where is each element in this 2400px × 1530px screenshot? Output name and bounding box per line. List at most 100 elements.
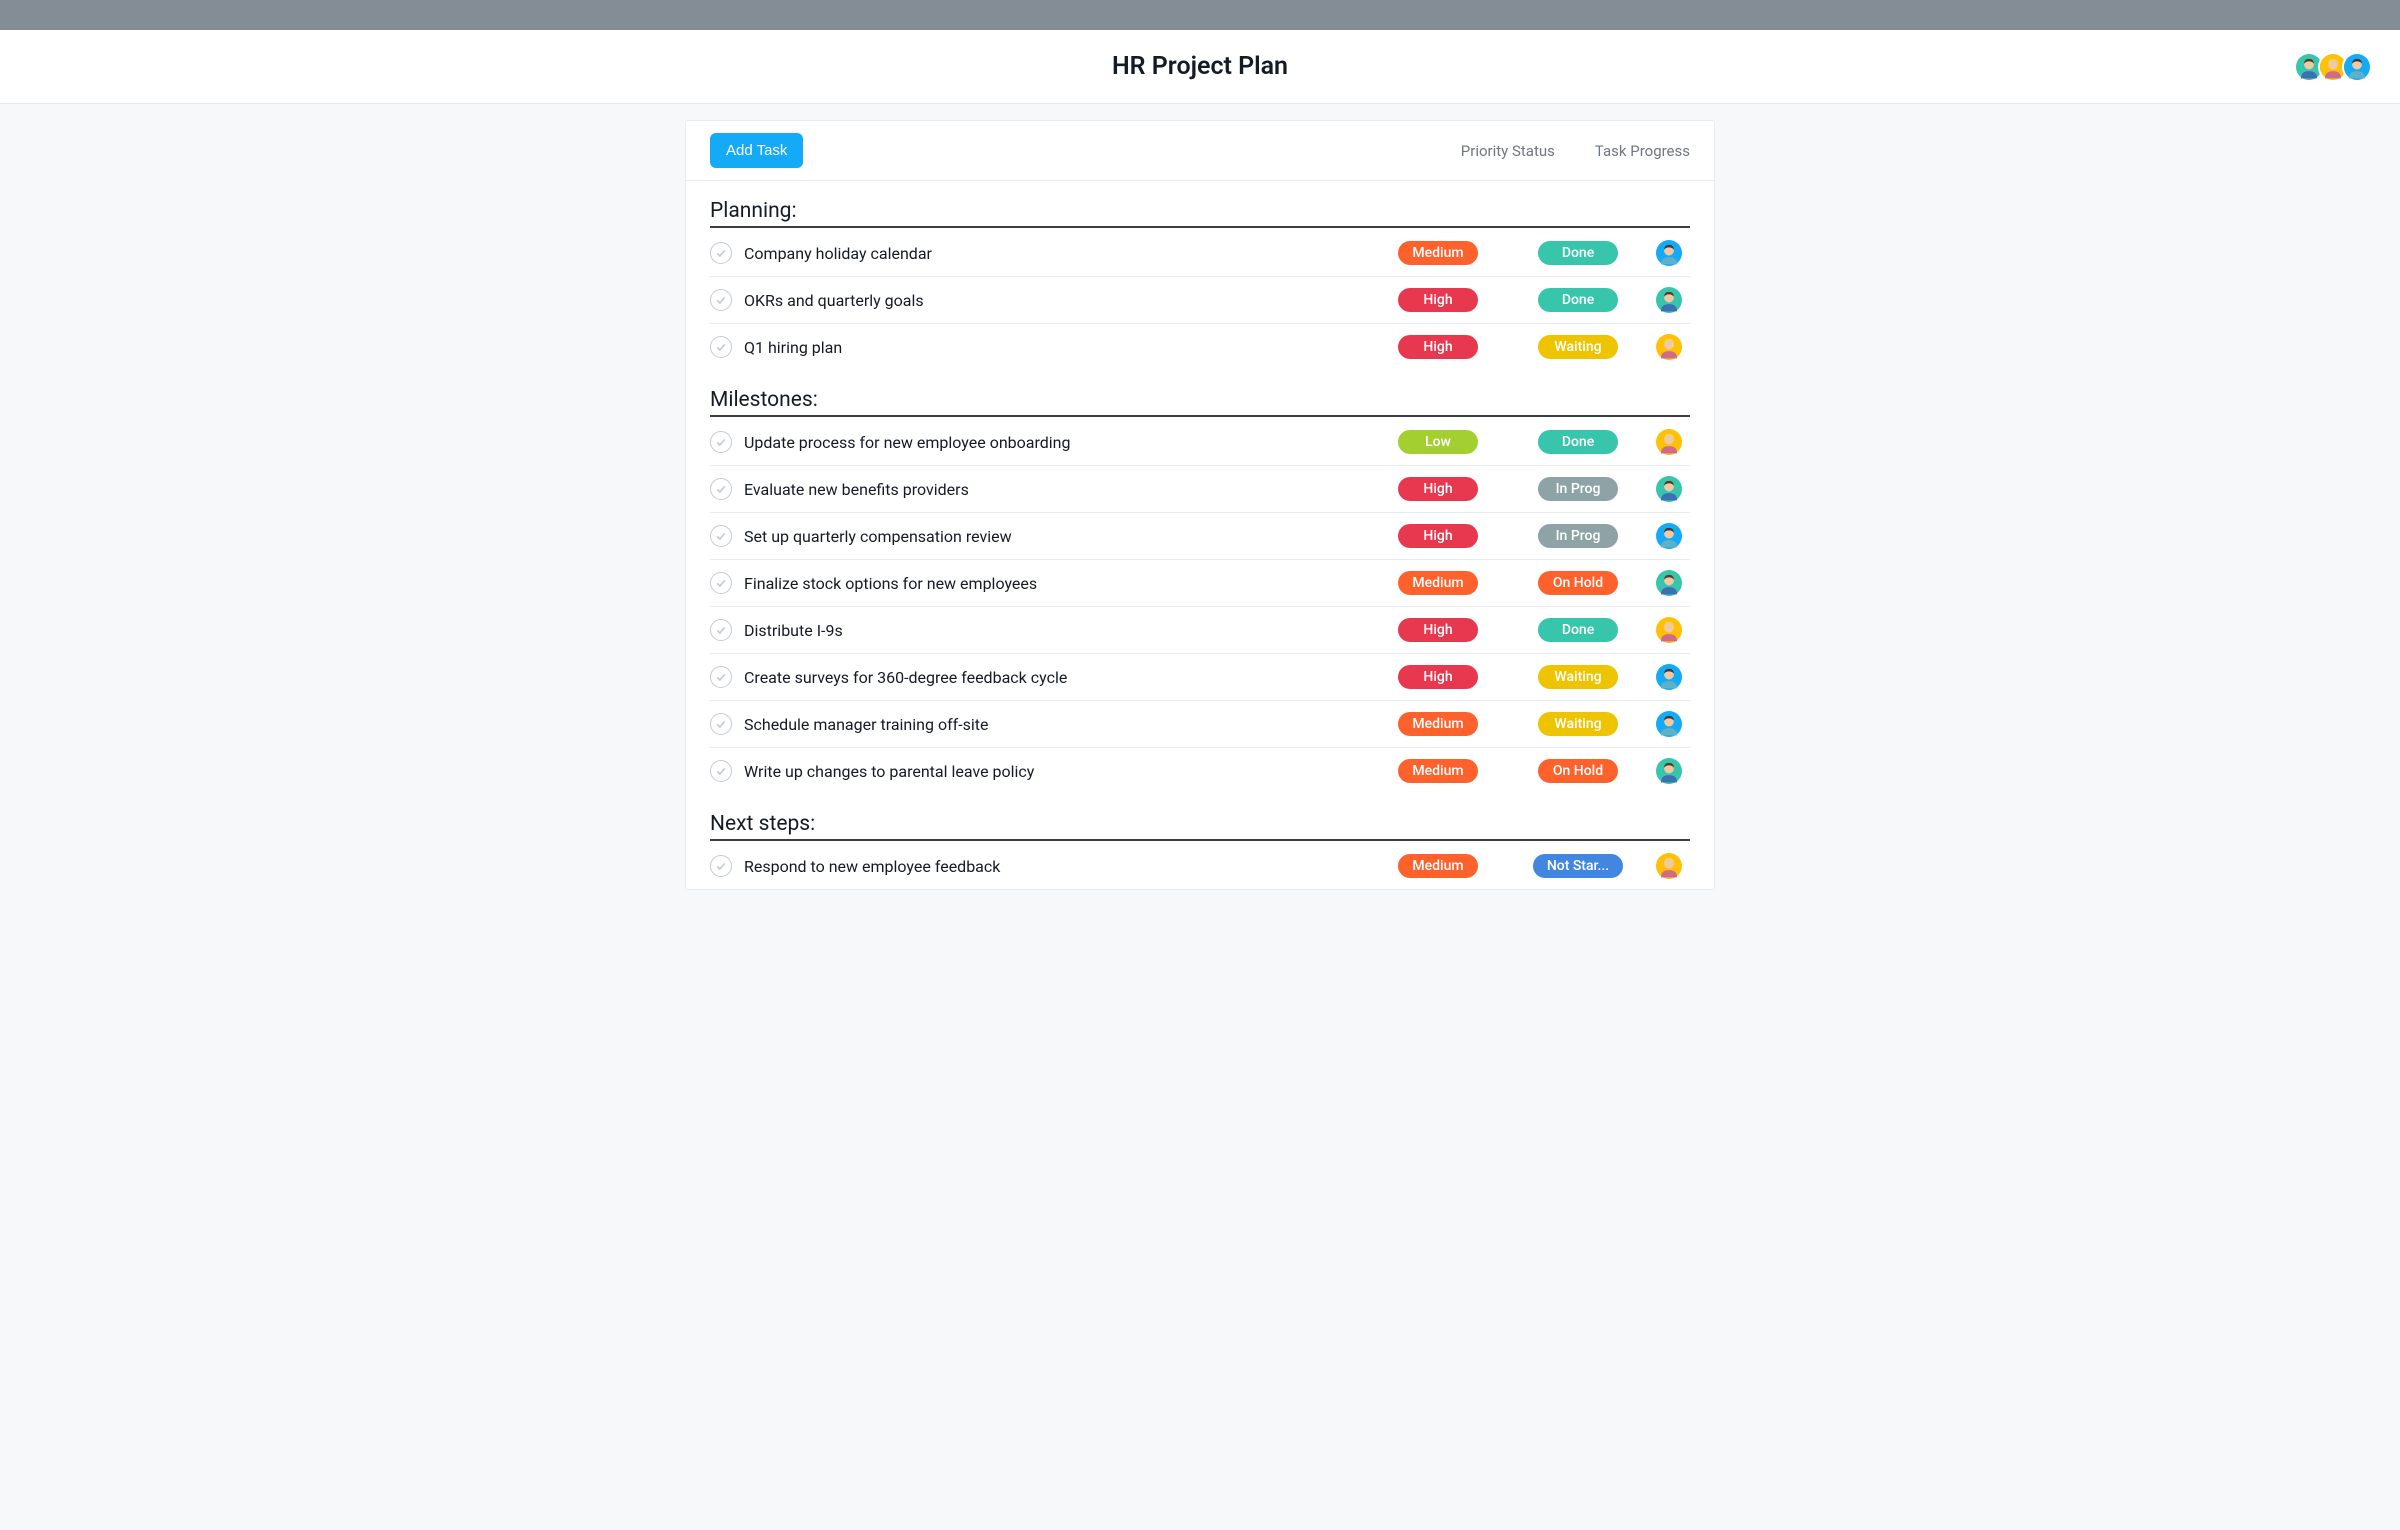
assignee-avatar[interactable] — [1656, 758, 1682, 784]
assignee-avatar[interactable] — [1656, 570, 1682, 596]
assignee-avatar[interactable] — [1656, 476, 1682, 502]
task-row[interactable]: Update process for new employee onboardi… — [710, 419, 1690, 466]
progress-pill[interactable]: On Hold — [1538, 571, 1618, 595]
task-row[interactable]: Evaluate new benefits providers High In Pr… — [710, 466, 1690, 513]
progress-cell: Waiting — [1508, 335, 1648, 359]
add-task-button[interactable]: Add Task — [710, 133, 803, 168]
task-row[interactable]: Schedule manager training off-site Medium… — [710, 701, 1690, 748]
assignee-cell — [1648, 664, 1690, 690]
assignee-avatar[interactable] — [1656, 287, 1682, 313]
page-header: HR Project Plan — [0, 30, 2400, 104]
priority-cell: Medium — [1368, 571, 1508, 595]
task-row[interactable]: Write up changes to parental leave polic… — [710, 748, 1690, 794]
check-circle-icon[interactable] — [710, 336, 732, 358]
priority-cell: High — [1368, 477, 1508, 501]
task-row[interactable]: Finalize stock options for new employees… — [710, 560, 1690, 607]
check-circle-icon[interactable] — [710, 619, 732, 641]
progress-pill[interactable]: Done — [1538, 288, 1618, 312]
assignee-avatar[interactable] — [1656, 853, 1682, 879]
task-row[interactable]: Set up quarterly compensation review High… — [710, 513, 1690, 560]
check-circle-icon[interactable] — [710, 572, 732, 594]
assignee-avatar[interactable] — [1656, 523, 1682, 549]
check-circle-icon[interactable] — [710, 431, 732, 453]
priority-pill[interactable]: High — [1398, 288, 1478, 312]
priority-cell: Medium — [1368, 712, 1508, 736]
task-name[interactable]: Finalize stock options for new employees — [744, 574, 1368, 593]
assignee-cell — [1648, 287, 1690, 313]
section-divider — [710, 415, 1690, 417]
progress-pill[interactable]: Done — [1538, 430, 1618, 454]
check-circle-icon[interactable] — [710, 666, 732, 688]
task-row[interactable]: Q1 hiring plan High Waiting — [710, 324, 1690, 370]
assignee-avatar[interactable] — [1656, 429, 1682, 455]
assignee-avatar[interactable] — [1656, 334, 1682, 360]
progress-cell: On Hold — [1508, 571, 1648, 595]
task-name[interactable]: OKRs and quarterly goals — [744, 291, 1368, 310]
priority-pill[interactable]: High — [1398, 477, 1478, 501]
column-header-progress: Task Progress — [1595, 142, 1690, 160]
window-chrome-bar — [0, 0, 2400, 30]
progress-pill[interactable]: Not Star... — [1533, 854, 1623, 878]
check-circle-icon[interactable] — [710, 478, 732, 500]
task-name[interactable]: Update process for new employee onboardi… — [744, 433, 1368, 452]
task-name[interactable]: Distribute I-9s — [744, 621, 1368, 640]
progress-cell: Not Star... — [1508, 854, 1648, 878]
priority-cell: High — [1368, 288, 1508, 312]
priority-pill[interactable]: Low — [1398, 430, 1478, 454]
task-name[interactable]: Create surveys for 360-degree feedback c… — [744, 668, 1368, 687]
assignee-avatar[interactable] — [1656, 617, 1682, 643]
assignee-cell — [1648, 476, 1690, 502]
assignee-avatar[interactable] — [1656, 711, 1682, 737]
priority-pill[interactable]: High — [1398, 618, 1478, 642]
header-avatar[interactable] — [2342, 52, 2372, 82]
progress-cell: Waiting — [1508, 712, 1648, 736]
section-title: Milestones: — [710, 388, 1690, 412]
assignee-avatar[interactable] — [1656, 240, 1682, 266]
task-row[interactable]: Respond to new employee feedback Medium No… — [710, 843, 1690, 889]
priority-pill[interactable]: Medium — [1398, 571, 1478, 595]
check-circle-icon[interactable] — [710, 525, 732, 547]
priority-pill[interactable]: Medium — [1398, 759, 1478, 783]
priority-pill[interactable]: Medium — [1398, 712, 1478, 736]
task-name[interactable]: Set up quarterly compensation review — [744, 527, 1368, 546]
priority-pill[interactable]: High — [1398, 335, 1478, 359]
progress-pill[interactable]: On Hold — [1538, 759, 1618, 783]
progress-pill[interactable]: In Prog — [1538, 477, 1618, 501]
assignee-cell — [1648, 523, 1690, 549]
task-name[interactable]: Write up changes to parental leave polic… — [744, 762, 1368, 781]
task-row[interactable]: Company holiday calendar Medium Done — [710, 230, 1690, 277]
progress-pill[interactable]: Waiting — [1538, 335, 1618, 359]
priority-pill[interactable]: High — [1398, 524, 1478, 548]
assignee-cell — [1648, 617, 1690, 643]
task-name[interactable]: Q1 hiring plan — [744, 338, 1368, 357]
progress-cell: In Prog — [1508, 524, 1648, 548]
section-title: Planning: — [710, 199, 1690, 223]
priority-pill[interactable]: High — [1398, 665, 1478, 689]
progress-cell: Waiting — [1508, 665, 1648, 689]
task-name[interactable]: Schedule manager training off-site — [744, 715, 1368, 734]
task-name[interactable]: Respond to new employee feedback — [744, 857, 1368, 876]
priority-cell: Medium — [1368, 854, 1508, 878]
progress-pill[interactable]: In Prog — [1538, 524, 1618, 548]
progress-pill[interactable]: Done — [1538, 241, 1618, 265]
task-row[interactable]: OKRs and quarterly goals High Done — [710, 277, 1690, 324]
check-circle-icon[interactable] — [710, 713, 732, 735]
assignee-cell — [1648, 240, 1690, 266]
panel-toolbar: Add Task Priority Status Task Progress — [686, 121, 1714, 181]
task-row[interactable]: Distribute I-9s High Done — [710, 607, 1690, 654]
progress-pill[interactable]: Done — [1538, 618, 1618, 642]
task-row[interactable]: Create surveys for 360-degree feedback c… — [710, 654, 1690, 701]
task-name[interactable]: Company holiday calendar — [744, 244, 1368, 263]
check-circle-icon[interactable] — [710, 855, 732, 877]
progress-pill[interactable]: Waiting — [1538, 712, 1618, 736]
task-name[interactable]: Evaluate new benefits providers — [744, 480, 1368, 499]
assignee-cell — [1648, 334, 1690, 360]
priority-pill[interactable]: Medium — [1398, 854, 1478, 878]
check-circle-icon[interactable] — [710, 289, 732, 311]
progress-pill[interactable]: Waiting — [1538, 665, 1618, 689]
priority-pill[interactable]: Medium — [1398, 241, 1478, 265]
check-circle-icon[interactable] — [710, 760, 732, 782]
assignee-avatar[interactable] — [1656, 664, 1682, 690]
check-circle-icon[interactable] — [710, 242, 732, 264]
section-title: Next steps: — [710, 812, 1690, 836]
